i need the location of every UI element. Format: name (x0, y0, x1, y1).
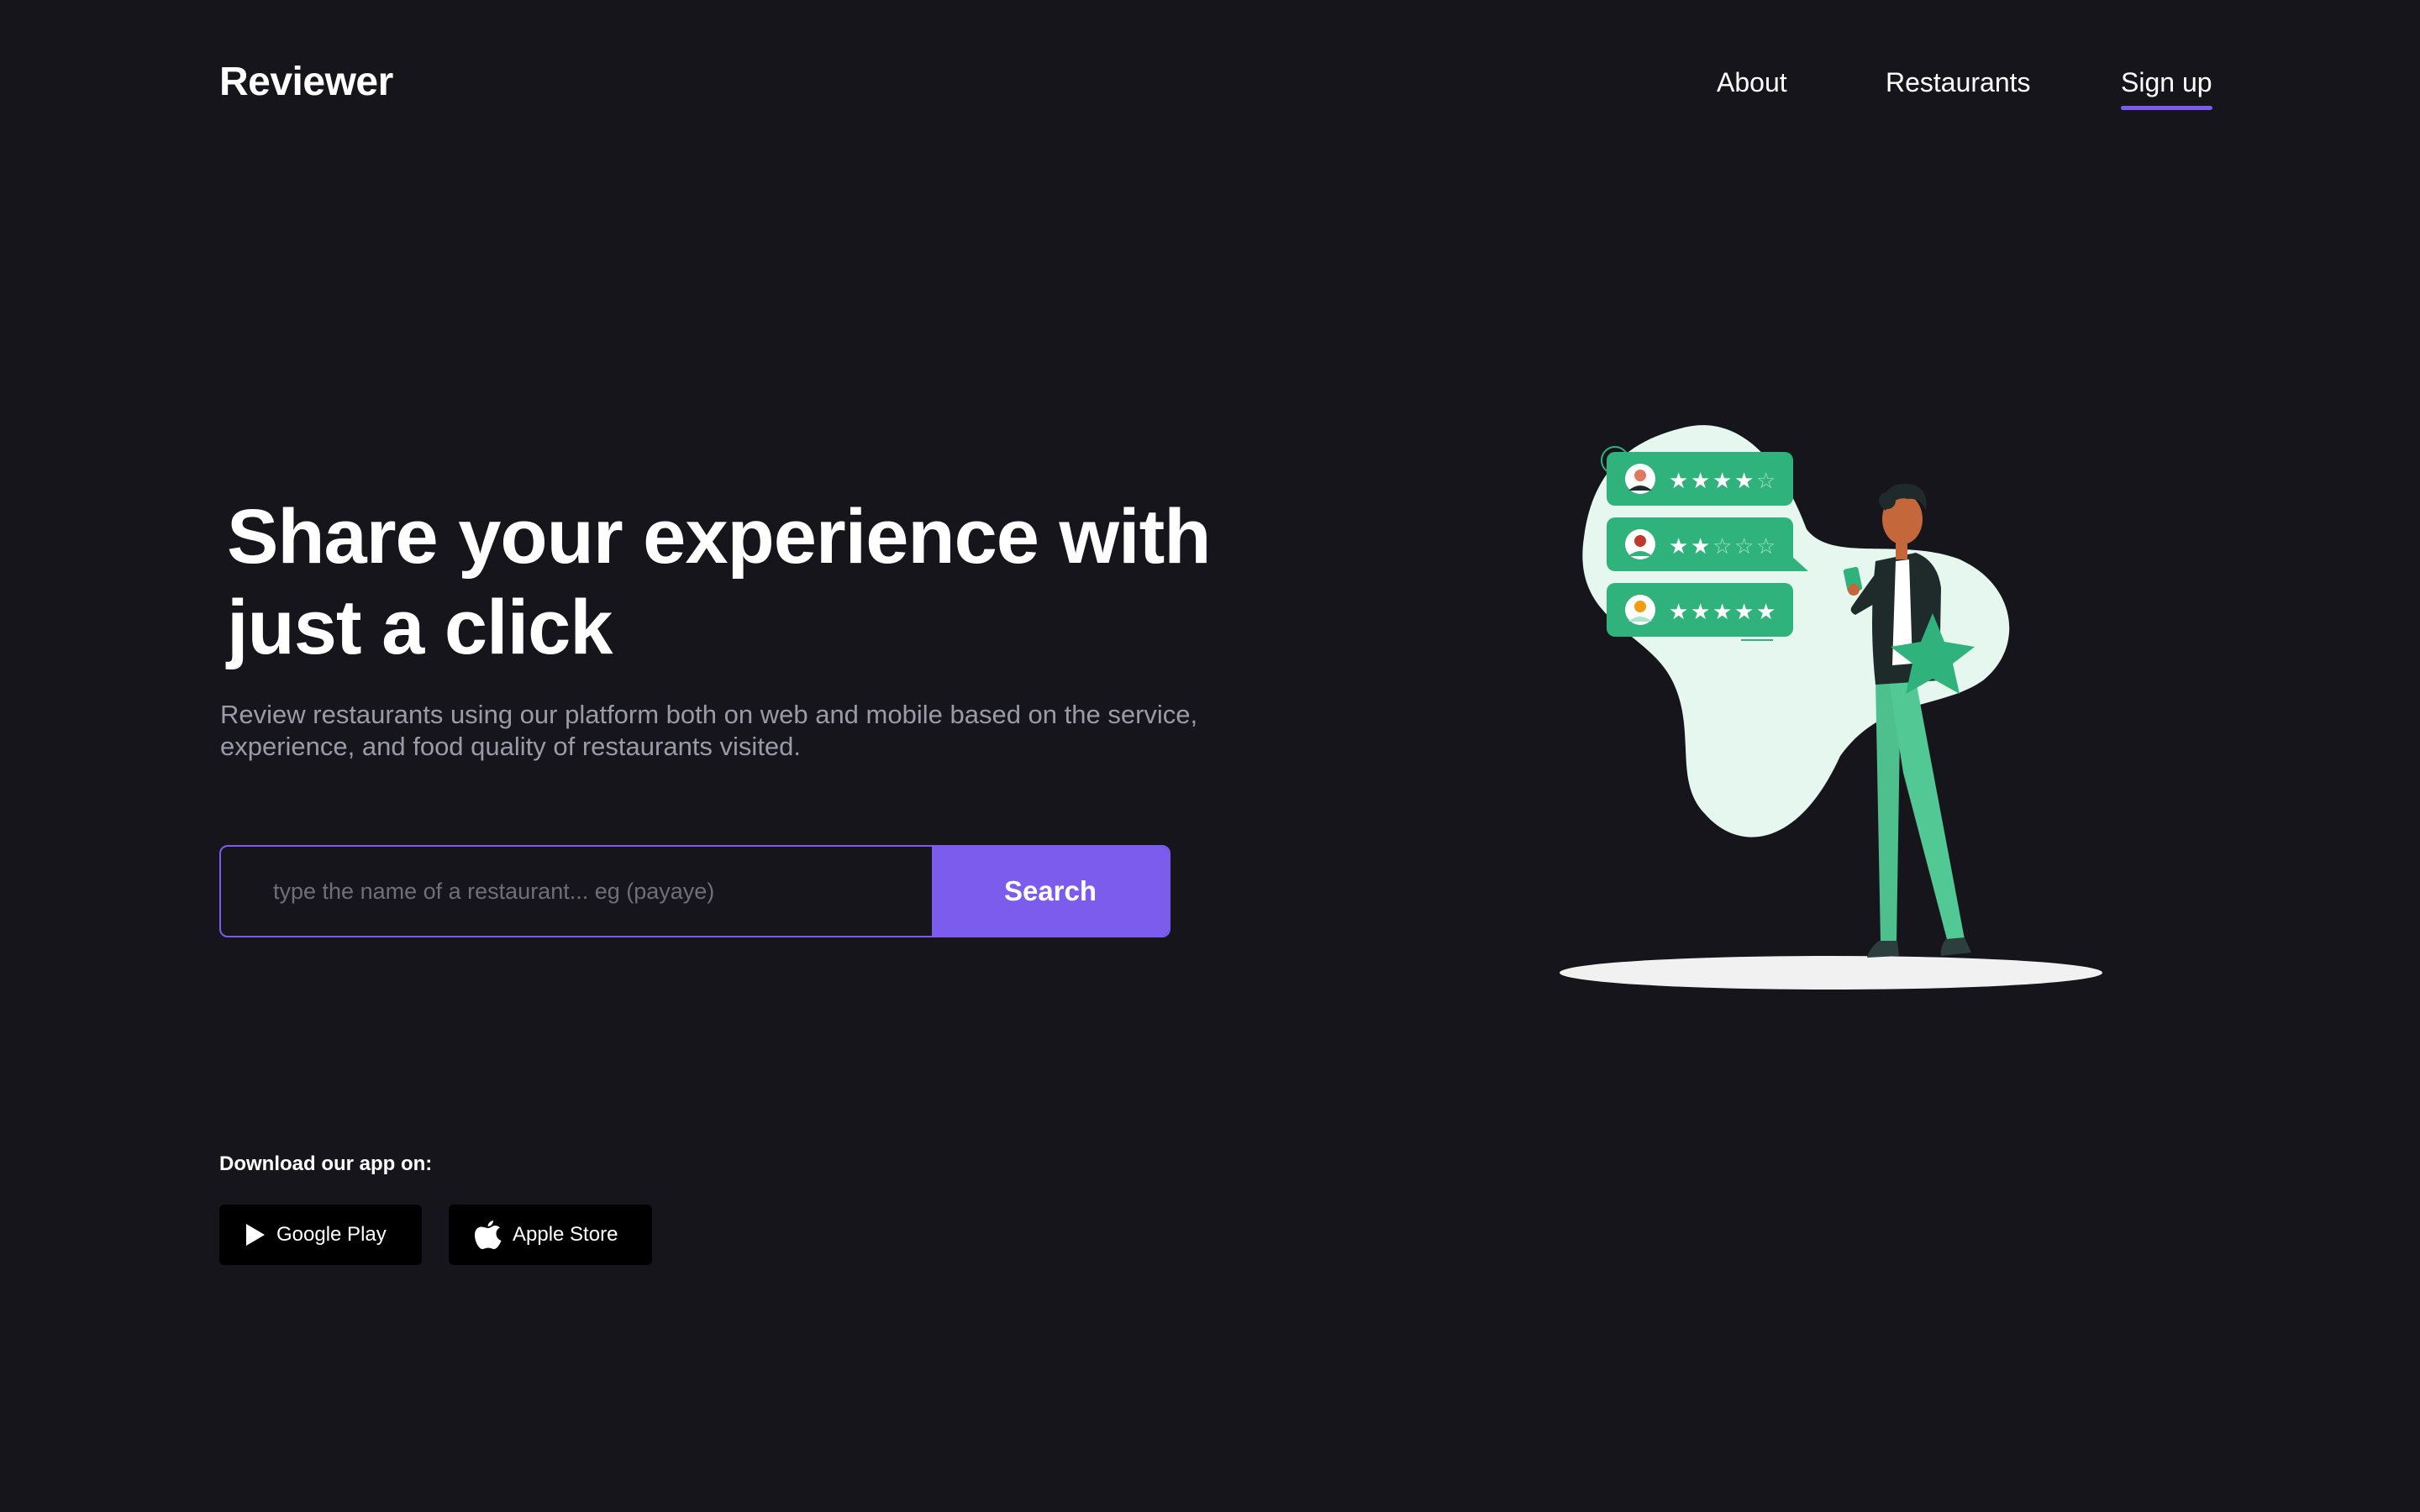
hero-illustration: ★ ★ ★ ★ ☆ ★ ★ ☆ ☆ ☆ ★ ★ ★ ★ ★ (1560, 425, 2102, 990)
hero-headline-line2: just a click (227, 585, 613, 670)
nav-restaurants-link[interactable]: Restaurants (1886, 67, 2031, 98)
floor-shadow (1560, 956, 2102, 990)
hero-headline-line1: Share your experience with (227, 494, 1211, 580)
review-card: ★ ★ ★ ★ ★ (1607, 583, 1793, 641)
svg-text:☆: ☆ (1756, 469, 1776, 494)
hero-headline: Share your experience with just a click (227, 491, 1319, 673)
hero-subtext-line1: Review restaurants using our platform bo… (220, 700, 1198, 729)
play-icon (246, 1224, 265, 1246)
svg-text:★: ★ (1669, 469, 1688, 494)
svg-text:★: ★ (1734, 469, 1754, 494)
search-bar: Search (219, 845, 1171, 937)
svg-text:★: ★ (1691, 600, 1710, 625)
nav-signup-link[interactable]: Sign up (2121, 67, 2212, 110)
svg-text:★: ★ (1712, 600, 1732, 625)
review-card: ★ ★ ☆ ☆ ☆ (1607, 517, 1808, 571)
hero-subtext: Review restaurants using our platform bo… (220, 699, 1262, 763)
svg-text:☆: ☆ (1756, 534, 1776, 559)
star-rating: ★ ★ ★ ★ ☆ (1669, 469, 1776, 494)
svg-text:★: ★ (1712, 469, 1732, 494)
svg-text:★: ★ (1691, 469, 1710, 494)
search-button[interactable]: Search (932, 847, 1169, 936)
google-play-button[interactable]: Google Play (219, 1205, 422, 1265)
landing-page: Reviewer About Restaurants Sign up Share… (0, 0, 2420, 1512)
svg-text:★: ★ (1734, 600, 1754, 625)
search-input[interactable] (221, 847, 932, 936)
apple-store-label: Apple Store (513, 1223, 618, 1246)
svg-text:★: ★ (1669, 600, 1688, 625)
svg-text:★: ★ (1691, 534, 1710, 559)
hero-subtext-line2: experience, and food quality of restaura… (220, 732, 802, 761)
star-rating: ★ ★ ★ ★ ★ (1669, 600, 1776, 625)
review-card: ★ ★ ★ ★ ☆ (1607, 452, 1793, 506)
google-play-label: Google Play (276, 1223, 387, 1246)
svg-text:★: ★ (1669, 534, 1688, 559)
apple-icon (475, 1221, 502, 1249)
apple-store-button[interactable]: Apple Store (449, 1205, 652, 1265)
star-rating: ★ ★ ☆ ☆ ☆ (1669, 534, 1776, 559)
download-label: Download our app on: (219, 1152, 433, 1175)
svg-text:★: ★ (1756, 600, 1776, 625)
nav-about-link[interactable]: About (1717, 67, 1787, 98)
svg-text:☆: ☆ (1734, 534, 1754, 559)
main-nav: About Restaurants Sign up (0, 67, 2420, 118)
svg-text:☆: ☆ (1712, 534, 1732, 559)
